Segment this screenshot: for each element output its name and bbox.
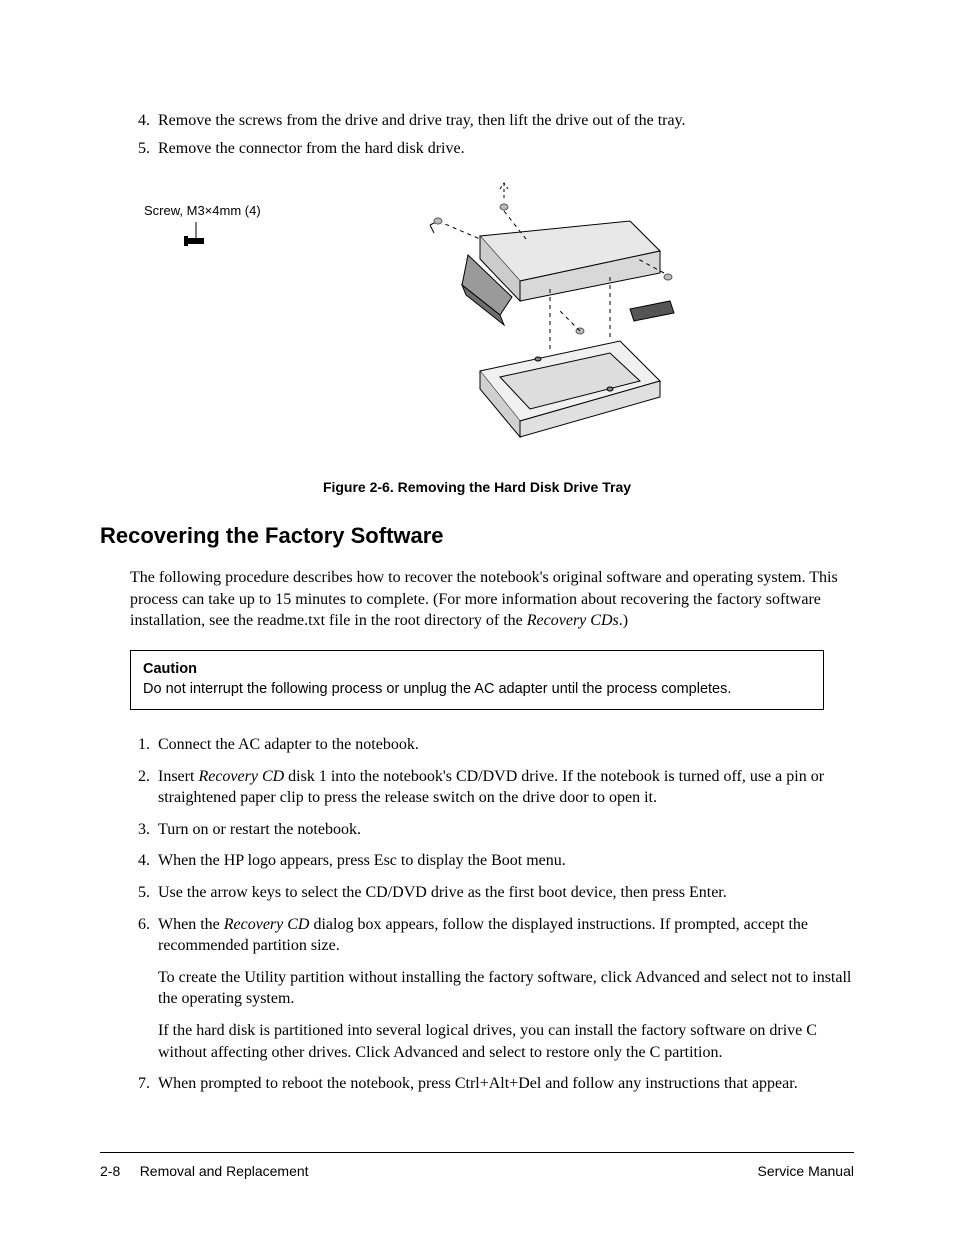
caution-heading: Caution (143, 661, 811, 677)
step-number: 2. (138, 766, 158, 809)
t: Insert (158, 768, 198, 785)
step-number: 5. (138, 138, 158, 160)
step-text: When the Recovery CD dialog box appears,… (158, 914, 854, 957)
callout-arrow-icon (144, 218, 204, 246)
page-number: 2-8 (100, 1163, 120, 1179)
step-6: 6. When the Recovery CD dialog box appea… (138, 914, 854, 957)
step-text: Remove the connector from the hard disk … (158, 138, 465, 160)
screw-label-text: Screw, M3×4mm (4) (144, 203, 261, 218)
step-number: 4. (138, 110, 158, 132)
step-1: 1. Connect the AC adapter to the noteboo… (138, 734, 854, 756)
em: Recovery CD (224, 916, 310, 933)
step-text: Insert Recovery CD disk 1 into the noteb… (158, 766, 854, 809)
top-steps-list: 4. Remove the screws from the drive and … (138, 110, 854, 159)
step-number: 6. (138, 914, 158, 957)
step-number: 4. (138, 850, 158, 872)
step-number: 3. (138, 819, 158, 841)
step-text: Use the arrow keys to select the CD/DVD … (158, 882, 727, 904)
step-2: 2. Insert Recovery CD disk 1 into the no… (138, 766, 854, 809)
em: Recovery CD (198, 768, 284, 785)
figure-hdd-tray: Screw, M3×4mm (4) (100, 181, 854, 461)
page-content: 4. Remove the screws from the drive and … (0, 0, 954, 1095)
caution-text: Do not interrupt the following process o… (143, 681, 811, 697)
step-3: 3. Turn on or restart the notebook. (138, 819, 854, 841)
step-4: 4. Remove the screws from the drive and … (138, 110, 854, 132)
step-4b: 4. When the HP logo appears, press Esc t… (138, 850, 854, 872)
hdd-tray-diagram-icon (290, 181, 730, 461)
section-heading: Recovering the Factory Software (100, 523, 854, 549)
step-5: 5. Remove the connector from the hard di… (138, 138, 854, 160)
step-6-sub-a: To create the Utility partition without … (158, 967, 854, 1010)
intro-pre: The following procedure describes how to… (130, 569, 838, 629)
step-text: Connect the AC adapter to the notebook. (158, 734, 419, 756)
t: When the (158, 916, 224, 933)
figure-caption: Figure 2-6. Removing the Hard Disk Drive… (100, 479, 854, 495)
step-7: 7. When prompted to reboot the notebook,… (138, 1073, 854, 1095)
step-6-sub-b: If the hard disk is partitioned into sev… (158, 1020, 854, 1063)
step-5b: 5. Use the arrow keys to select the CD/D… (138, 882, 854, 904)
step-text: Remove the screws from the drive and dri… (158, 110, 686, 132)
intro-post: .) (619, 612, 628, 629)
step-text: When the HP logo appears, press Esc to d… (158, 850, 566, 872)
footer-left: 2-8 Removal and Replacement (100, 1163, 309, 1179)
intro-em: Recovery CDs (527, 612, 619, 629)
footer-section: Removal and Replacement (140, 1163, 309, 1179)
footer-right: Service Manual (758, 1163, 855, 1179)
page-footer: 2-8 Removal and Replacement Service Manu… (100, 1152, 854, 1179)
step-number: 5. (138, 882, 158, 904)
intro-paragraph: The following procedure describes how to… (130, 567, 854, 632)
step-text: Turn on or restart the notebook. (158, 819, 361, 841)
step-number: 7. (138, 1073, 158, 1095)
recovery-steps: 1. Connect the AC adapter to the noteboo… (138, 734, 854, 1095)
screw-callout: Screw, M3×4mm (4) (144, 203, 261, 249)
step-text: When prompted to reboot the notebook, pr… (158, 1073, 798, 1095)
step-number: 1. (138, 734, 158, 756)
caution-box: Caution Do not interrupt the following p… (130, 650, 824, 710)
